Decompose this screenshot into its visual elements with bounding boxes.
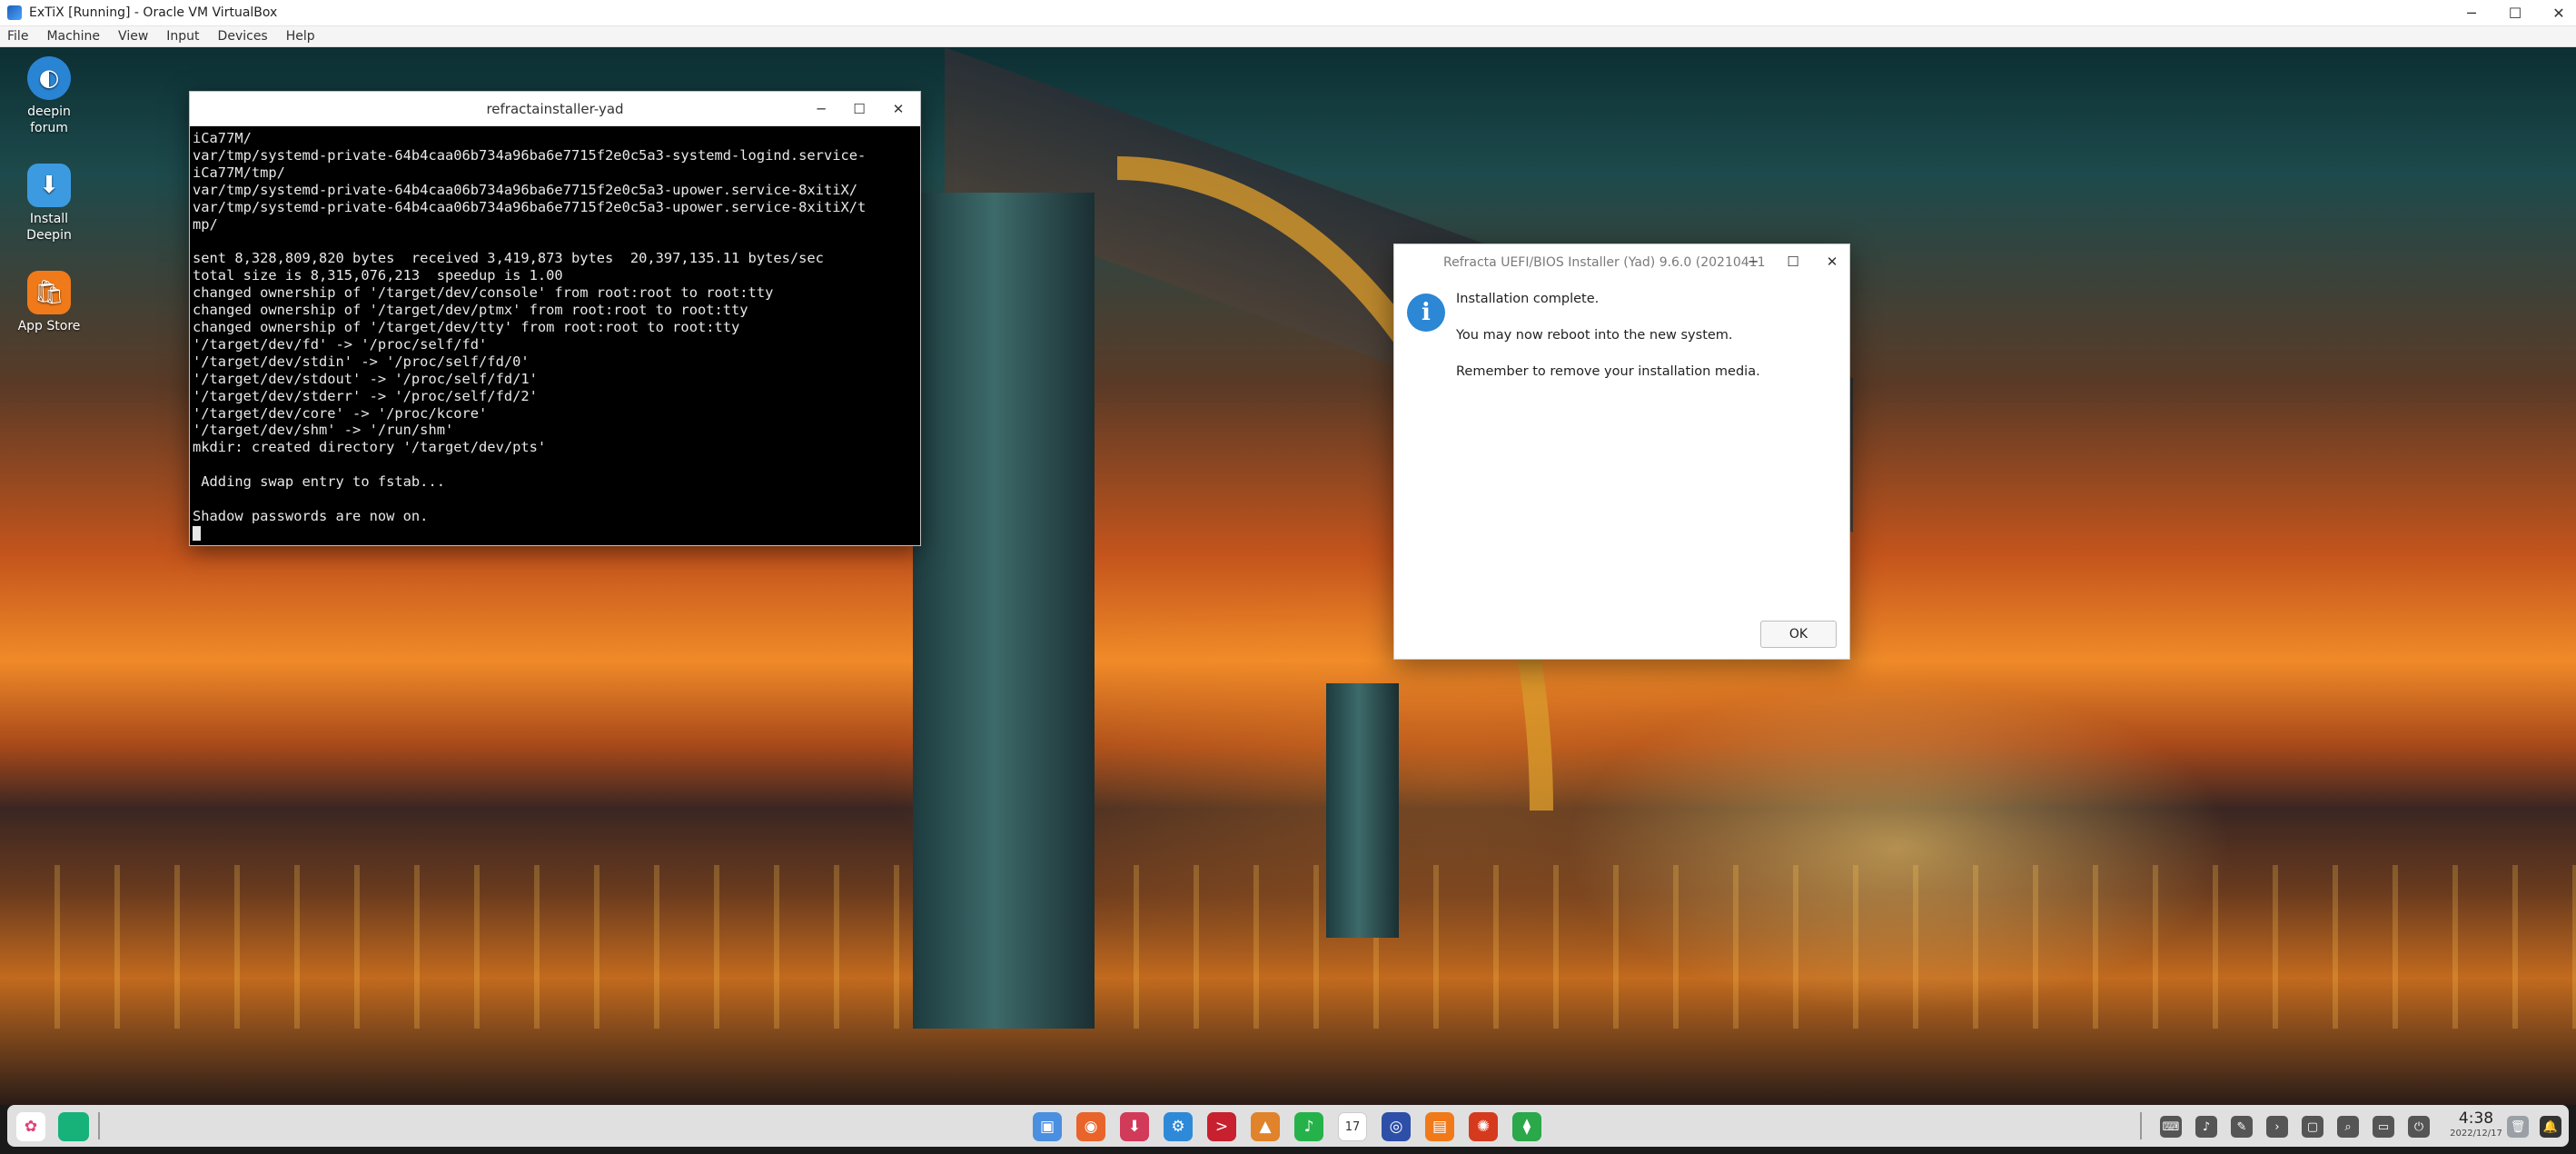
dialog-message-remove-media: Remember to remove your installation med… bbox=[1456, 364, 1760, 379]
terminal-icon[interactable]: > bbox=[1207, 1112, 1236, 1141]
install-deepin-icon: ⬇ bbox=[27, 164, 71, 207]
dialog-minimize-button[interactable]: ─ bbox=[1739, 250, 1767, 274]
terminal-line: changed ownership of '/target/dev/ptmx' … bbox=[193, 302, 748, 319]
desktop-icon-app-store[interactable]: 🛍 App Store bbox=[0, 271, 98, 334]
terminal-line: '/target/dev/shm' -> '/run/shm' bbox=[193, 422, 454, 439]
system-monitor-icon[interactable]: ◎ bbox=[1382, 1112, 1411, 1141]
terminal-line: iCa77M/tmp/ bbox=[193, 164, 285, 181]
dialog-maximize-button[interactable]: ☐ bbox=[1779, 250, 1807, 274]
installer-icon[interactable]: ⧫ bbox=[1512, 1112, 1541, 1141]
terminal-line: changed ownership of '/target/dev/tty' f… bbox=[193, 318, 740, 335]
desktop-icon-label: App Store bbox=[17, 319, 81, 333]
virtualbox-logo-icon bbox=[7, 5, 22, 20]
terminal-line: iCa77M/ bbox=[193, 130, 252, 146]
trash-icon[interactable]: 🗑 bbox=[2507, 1116, 2529, 1138]
terminal-line: Adding swap entry to fstab... bbox=[193, 473, 445, 491]
expand-arrow-icon[interactable]: › bbox=[2266, 1116, 2288, 1138]
terminal-close-button[interactable]: ✕ bbox=[885, 97, 912, 121]
terminal-line: '/target/dev/core' -> '/proc/kcore' bbox=[193, 404, 488, 422]
menu-input[interactable]: Input bbox=[166, 29, 199, 44]
multitasking-view-icon[interactable] bbox=[58, 1112, 89, 1141]
file-manager-icon[interactable]: ▣ bbox=[1033, 1112, 1062, 1141]
deepin-forum-icon: ◐ bbox=[27, 56, 71, 100]
keyboard-icon[interactable]: ⌨ bbox=[2160, 1116, 2182, 1138]
desktop-icon-label: forum bbox=[30, 121, 68, 135]
settings-gear-icon[interactable]: ⚙ bbox=[1164, 1112, 1193, 1141]
menu-help[interactable]: Help bbox=[286, 29, 315, 44]
terminal-line: '/target/dev/fd' -> '/proc/self/fd' bbox=[193, 335, 488, 353]
dialog-close-button[interactable]: ✕ bbox=[1818, 250, 1846, 274]
clock-time[interactable]: 4:38 bbox=[2451, 1109, 2502, 1128]
taskbar: ✿ ▣ ◉ ⬇ ⚙ > ▲ ♪ 17 ◎ ▤ ✺ ⧫ ⌨ ♪ ✎ › ▢ ⌕ ▭ ⏻ 4:38 2022/12/17… bbox=[7, 1105, 2569, 1147]
notification-icon[interactable]: 🔔 bbox=[2540, 1116, 2561, 1138]
music-icon[interactable]: ♪ bbox=[1294, 1112, 1323, 1141]
host-menubar: File Machine View Input Devices Help bbox=[0, 26, 2576, 47]
power-icon[interactable]: ⏻ bbox=[2408, 1116, 2430, 1138]
terminal-line: '/target/dev/stdout' -> '/proc/self/fd/1… bbox=[193, 370, 538, 387]
dialog-titlebar[interactable]: Refracta UEFI/BIOS Installer (Yad) 9.6.0… bbox=[1394, 244, 1849, 281]
info-icon: i bbox=[1407, 293, 1445, 332]
menu-machine[interactable]: Machine bbox=[46, 29, 100, 44]
screenshot-icon[interactable]: ▢ bbox=[2302, 1116, 2323, 1138]
launcher-icon[interactable]: ✿ bbox=[16, 1112, 45, 1141]
terminal-line: mkdir: created directory '/target/dev/pt… bbox=[193, 439, 547, 456]
wallpaper-water-reflection bbox=[0, 865, 2576, 1029]
installer-dialog[interactable]: Refracta UEFI/BIOS Installer (Yad) 9.6.0… bbox=[1393, 244, 1850, 660]
app-store-dock-icon[interactable]: ▤ bbox=[1425, 1112, 1454, 1141]
terminal-output[interactable]: iCa77M/ var/tmp/systemd-private-64b4caa0… bbox=[190, 126, 920, 545]
app-store-icon: 🛍 bbox=[27, 271, 71, 314]
firefox-icon[interactable]: ◉ bbox=[1076, 1112, 1105, 1141]
display-icon[interactable]: ▭ bbox=[2373, 1116, 2394, 1138]
brush-icon[interactable]: ✎ bbox=[2231, 1116, 2253, 1138]
menu-devices[interactable]: Devices bbox=[218, 29, 268, 44]
host-minimize-button[interactable]: ─ bbox=[2449, 0, 2494, 26]
host-window-title: ExTiX [Running] - Oracle VM VirtualBox bbox=[29, 5, 278, 20]
menu-view[interactable]: View bbox=[118, 29, 148, 44]
host-titlebar: ExTiX [Running] - Oracle VM VirtualBox ─… bbox=[0, 0, 2576, 26]
calendar-icon[interactable]: 17 bbox=[1338, 1112, 1367, 1141]
terminal-line: mp/ bbox=[193, 215, 218, 233]
volume-icon[interactable]: ♪ bbox=[2195, 1116, 2217, 1138]
terminal-maximize-button[interactable]: ☐ bbox=[846, 97, 873, 121]
host-close-button[interactable]: ✕ bbox=[2536, 0, 2576, 26]
desktop-icon-install-deepin[interactable]: ⬇ Install Deepin bbox=[0, 164, 98, 244]
terminal-line: var/tmp/systemd-private-64b4caa06b734a96… bbox=[193, 198, 867, 215]
terminal-window[interactable]: refractainstaller-yad ─ ☐ ✕ iCa77M/ var/… bbox=[189, 91, 921, 546]
desktop-icon-label: deepin bbox=[27, 104, 71, 119]
dialog-message-complete: Installation complete. bbox=[1456, 292, 1600, 306]
desktop-icon-deepin-forum[interactable]: ◐ deepin forum bbox=[0, 56, 98, 136]
ok-button[interactable]: OK bbox=[1760, 621, 1837, 648]
terminal-titlebar[interactable]: refractainstaller-yad ─ ☐ ✕ bbox=[190, 92, 920, 126]
menu-file[interactable]: File bbox=[7, 29, 28, 44]
wallpaper-bridge-pillar bbox=[913, 193, 1095, 1029]
terminal-line: total size is 8,315,076,213 speedup is 1… bbox=[193, 267, 563, 284]
downloader-icon[interactable]: ⬇ bbox=[1120, 1112, 1149, 1141]
desktop-icon-label: Deepin bbox=[26, 228, 72, 243]
clock-date[interactable]: 2022/12/17 bbox=[2445, 1129, 2507, 1139]
terminal-line: var/tmp/systemd-private-64b4caa06b734a96… bbox=[193, 146, 867, 164]
desktop-icon-label: Install bbox=[29, 212, 69, 226]
image-viewer-icon[interactable]: ▲ bbox=[1251, 1112, 1280, 1141]
terminal-line: var/tmp/systemd-private-64b4caa06b734a96… bbox=[193, 181, 858, 198]
terminal-minimize-button[interactable]: ─ bbox=[807, 97, 835, 121]
terminal-line: sent 8,328,809,820 bytes received 3,419,… bbox=[193, 250, 824, 267]
terminal-line: '/target/dev/stderr' -> '/proc/self/fd/2… bbox=[193, 387, 538, 404]
wallpaper-bridge-pillar-far bbox=[1326, 683, 1399, 938]
search-icon[interactable]: ⌕ bbox=[2337, 1116, 2359, 1138]
host-maximize-button[interactable]: ☐ bbox=[2492, 0, 2538, 26]
dialog-message-reboot: You may now reboot into the new system. bbox=[1456, 328, 1733, 343]
terminal-line: '/target/dev/stdin' -> '/proc/self/fd/0' bbox=[193, 353, 530, 370]
terminal-line: changed ownership of '/target/dev/consol… bbox=[193, 284, 774, 302]
control-center-icon[interactable]: ✺ bbox=[1469, 1112, 1498, 1141]
terminal-line: Shadow passwords are now on. bbox=[193, 507, 429, 524]
dock-separator bbox=[2140, 1112, 2142, 1139]
terminal-cursor bbox=[193, 526, 201, 542]
dialog-title: Refracta UEFI/BIOS Installer (Yad) 9.6.0… bbox=[1443, 255, 1766, 270]
dock-separator bbox=[98, 1112, 100, 1139]
